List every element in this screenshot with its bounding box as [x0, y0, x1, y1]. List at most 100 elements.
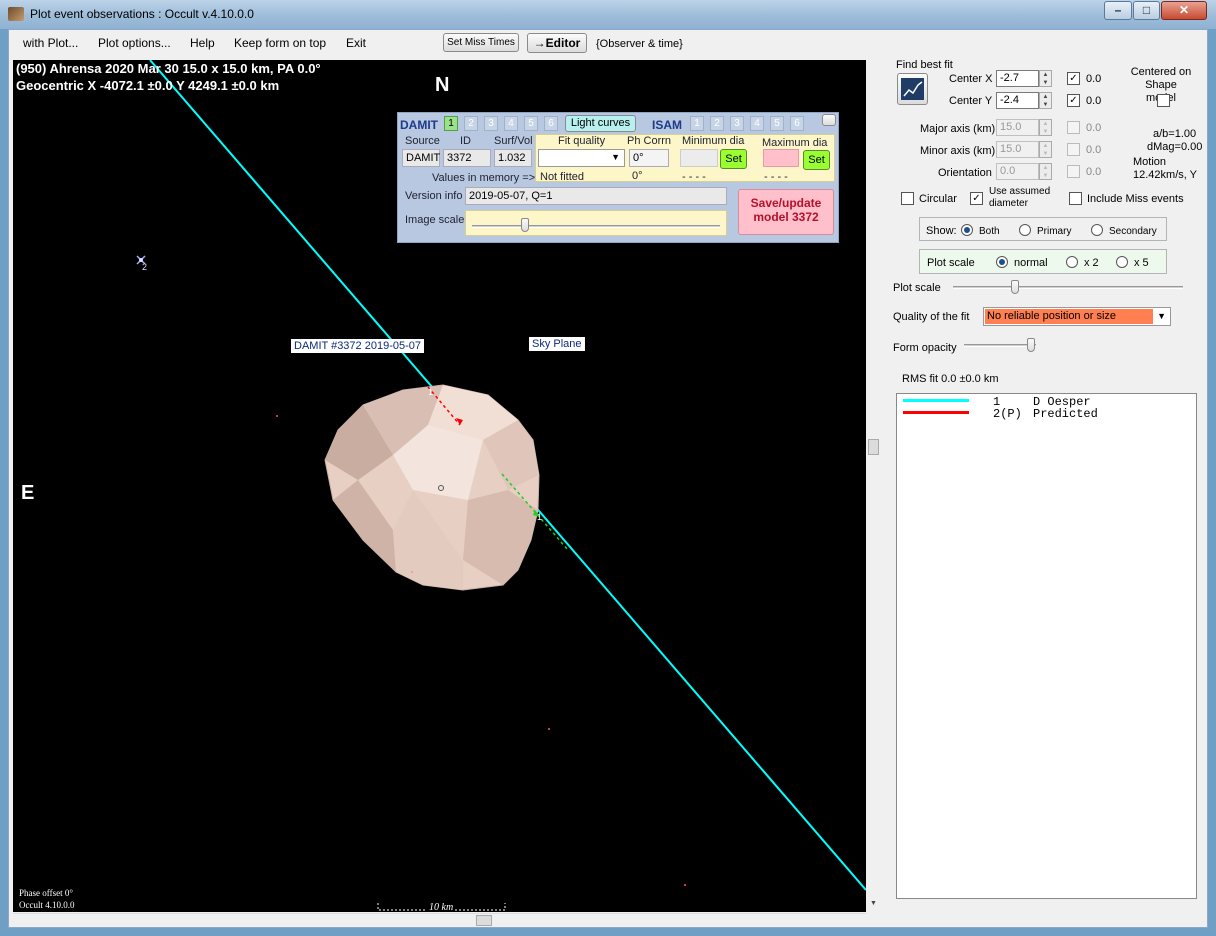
save-update-model-button[interactable]: Save/update model 3372 [738, 189, 834, 235]
motion-value: 12.42km/s, Y [1133, 169, 1197, 181]
minor-axis-input[interactable]: 15.0 [996, 141, 1039, 158]
quality-of-fit-value: No reliable position or size [985, 309, 1153, 324]
center-y-label: Center Y [949, 95, 993, 107]
ph-corrn-field[interactable]: 0° [629, 149, 669, 167]
damit-num-3[interactable]: 3 [484, 116, 498, 131]
app-icon [8, 7, 24, 21]
image-scale-slider[interactable] [465, 210, 727, 236]
close-button[interactable]: ✕ [1161, 1, 1207, 20]
chord-label-bottom: 1 [537, 512, 543, 522]
major-axis-label: Major axis (km) [920, 123, 996, 135]
damit-num-2[interactable]: 2 [464, 116, 478, 131]
find-best-fit-button[interactable] [897, 73, 928, 105]
major-axis-spinner[interactable]: ▲ ▼ [1039, 119, 1052, 136]
include-miss-label: Include Miss events [1087, 193, 1184, 205]
major-axis-input[interactable]: 15.0 [996, 119, 1039, 136]
light-curves-button[interactable]: Light curves [565, 115, 636, 132]
image-scale-label: Image scale [405, 214, 465, 226]
center-x-fix-value: 0.0 [1086, 73, 1102, 85]
show-secondary-radio[interactable] [1091, 224, 1103, 236]
menu-help[interactable]: Help [190, 36, 215, 50]
min-dia-set-button[interactable]: Set [720, 149, 747, 169]
show-both-radio[interactable] [961, 224, 973, 236]
form-opacity-slider[interactable] [964, 336, 1038, 356]
motion-label: Motion [1133, 156, 1167, 168]
plot-header-line2: Geocentric X -4072.1 ±0.0 Y 4249.1 ±0.0 … [16, 78, 280, 93]
editor-button[interactable]: →Editor [527, 33, 587, 53]
max-dia-field[interactable] [763, 149, 799, 167]
damit-num-6[interactable]: 6 [544, 116, 558, 131]
id-header: ID [460, 135, 471, 147]
maximize-button[interactable]: □ [1133, 1, 1160, 20]
quality-of-fit-select[interactable]: No reliable position or size ▼ [983, 307, 1171, 326]
version-info-label: Version info [405, 190, 463, 202]
rms-fit-label: RMS fit 0.0 ±0.0 km [902, 373, 999, 385]
menu-exit[interactable]: Exit [346, 36, 366, 50]
isam-num-3[interactable]: 3 [730, 116, 744, 131]
model-label: DAMIT #3372 2019-05-07 [291, 339, 424, 353]
quality-of-fit-label: Quality of the fit [893, 311, 970, 323]
plot-horizontal-scrollbar[interactable] [13, 913, 866, 927]
damit-num-4[interactable]: 4 [504, 116, 518, 131]
use-assumed-checkbox[interactable]: ✓ [970, 192, 983, 205]
phase-offset-label: Phase offset 0° [19, 888, 73, 898]
center-y-fix-checkbox[interactable]: ✓ [1067, 94, 1080, 107]
menu-with-plot[interactable]: with Plot... [23, 36, 78, 50]
center-y-spinner[interactable]: ▲ ▼ [1039, 92, 1052, 109]
max-dia-set-button[interactable]: Set [803, 150, 830, 170]
damit-num-1[interactable]: 1 [444, 116, 458, 131]
centered-on-shape-checkbox[interactable] [1157, 94, 1170, 107]
set-miss-times-button[interactable]: Set Miss Times [443, 33, 519, 52]
dmag-label: dMag=0.00 [1147, 141, 1203, 153]
menu-keep-on-top[interactable]: Keep form on top [234, 36, 326, 50]
collapse-panel-button[interactable] [822, 114, 836, 126]
legend-line-1 [903, 399, 969, 402]
circular-checkbox[interactable] [901, 192, 914, 205]
surfvol-header: Surf/Vol [494, 135, 533, 147]
orientation-input[interactable]: 0.0 [996, 163, 1039, 180]
menu-plot-options[interactable]: Plot options... [98, 36, 171, 50]
plot-header-line1: (950) Ahrensa 2020 Mar 30 15.0 x 15.0 km… [16, 61, 321, 76]
plot-scale-slider-label: Plot scale [893, 282, 941, 294]
major-axis-fix-checkbox[interactable] [1067, 121, 1080, 134]
orientation-spinner[interactable]: ▲ ▼ [1039, 163, 1052, 180]
center-y-input[interactable]: -2.4 [996, 92, 1039, 109]
isam-num-4[interactable]: 4 [750, 116, 764, 131]
form-opacity-thumb[interactable] [1027, 338, 1035, 352]
min-dia-header: Minimum dia [682, 135, 745, 147]
title-bar: Plot event observations : Occult v.4.10.… [0, 0, 1216, 29]
isam-num-2[interactable]: 2 [710, 116, 724, 131]
orientation-fix-checkbox[interactable] [1067, 165, 1080, 178]
minor-axis-spinner[interactable]: ▲ ▼ [1039, 141, 1052, 158]
scale-x2-radio[interactable] [1066, 256, 1078, 268]
damit-panel: DAMIT 1 2 3 4 5 6 Light curves ISAM 1 2 … [397, 112, 839, 243]
plot-canvas[interactable]: (950) Ahrensa 2020 Mar 30 15.0 x 15.0 km… [13, 60, 866, 912]
isam-num-5[interactable]: 5 [770, 116, 784, 131]
scale-normal-radio[interactable] [996, 256, 1008, 268]
minor-axis-fix-checkbox[interactable] [1067, 143, 1080, 156]
legend-num-2: 2(P) [993, 407, 1022, 421]
observer-time-label: {Observer & time} [596, 38, 683, 50]
min-dia-field[interactable] [680, 149, 718, 167]
damit-label: DAMIT [400, 118, 438, 132]
isam-num-1[interactable]: 1 [690, 116, 704, 131]
scale-x5-radio[interactable] [1116, 256, 1128, 268]
plot-scale-slider[interactable] [953, 278, 1183, 298]
id-field: 3372 [443, 149, 491, 167]
values-in-memory-label: Values in memory => [432, 172, 536, 184]
center-x-spinner[interactable]: ▲ ▼ [1039, 70, 1052, 87]
show-primary-radio[interactable] [1019, 224, 1031, 236]
image-scale-thumb[interactable] [521, 218, 529, 232]
center-x-input[interactable]: -2.7 [996, 70, 1039, 87]
minimize-button[interactable]: – [1104, 1, 1132, 20]
damit-num-5[interactable]: 5 [524, 116, 538, 131]
fit-quality-select[interactable]: ▼ [538, 149, 625, 167]
max-dia-header: Maximum dia [762, 137, 828, 149]
plot-scale-thumb[interactable] [1011, 280, 1019, 294]
plot-vertical-scrollbar[interactable]: ▼ [867, 60, 880, 912]
east-label: E [21, 482, 35, 504]
center-x-fix-checkbox[interactable]: ✓ [1067, 72, 1080, 85]
surfvol-field: 1.032 [494, 149, 532, 167]
include-miss-checkbox[interactable] [1069, 192, 1082, 205]
isam-num-6[interactable]: 6 [790, 116, 804, 131]
